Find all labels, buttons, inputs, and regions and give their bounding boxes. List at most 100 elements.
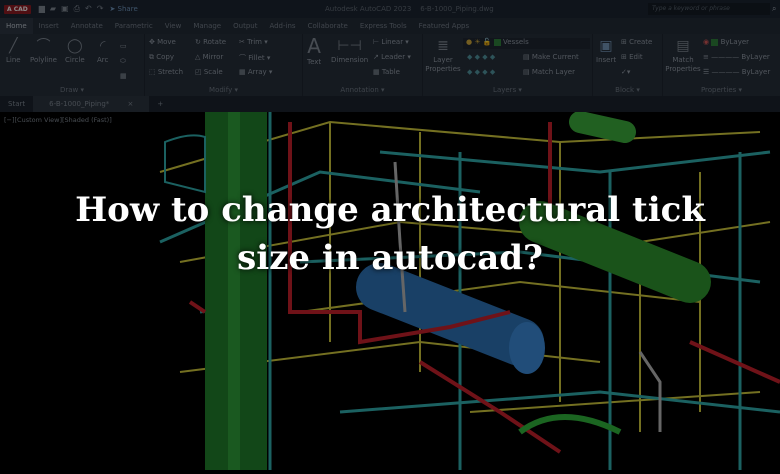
linear-button[interactable]: ⊢ Linear ▾: [373, 38, 409, 46]
plot-icon[interactable]: ⎙: [74, 4, 80, 14]
dimension-button[interactable]: ⊢⊣ Dimension: [331, 38, 368, 64]
tab-home[interactable]: Home: [0, 18, 33, 34]
current-layer-name: Vessels: [503, 38, 529, 46]
trim-label: Trim ▾: [247, 38, 268, 46]
hatch-icon[interactable]: ▦: [120, 72, 127, 80]
start-tab[interactable]: Start: [0, 100, 33, 108]
save-icon[interactable]: ▣: [61, 4, 69, 14]
make-current-button[interactable]: ▤ Make Current: [523, 53, 579, 61]
linear-label: Linear ▾: [381, 38, 409, 46]
insert-button[interactable]: ▣ Insert: [596, 38, 616, 64]
scale-button[interactable]: ◰ Scale: [195, 68, 223, 76]
mirror-button[interactable]: △ Mirror: [195, 53, 223, 61]
exchanger-head: [509, 322, 545, 374]
annotation-panel-label[interactable]: Annotation ▾: [303, 86, 422, 94]
match-properties-button[interactable]: ▤ Match Properties: [665, 38, 701, 74]
layer-dropdown[interactable]: ● ☀ 🔓 Vessels: [463, 38, 590, 49]
headline-line-2: size in autocad?: [237, 238, 543, 278]
drawing-tab[interactable]: 6-B-1000_Piping* ×: [33, 96, 150, 112]
ribbon-tabs: Home Insert Annotate Parametric View Man…: [0, 18, 780, 34]
lineweight-dropdown[interactable]: ☰ ———— ByLayer: [703, 68, 770, 76]
create-block-button[interactable]: ⊞ Create: [621, 38, 652, 46]
line-button[interactable]: ╱ Line: [6, 38, 21, 64]
tab-parametric[interactable]: Parametric: [109, 22, 159, 30]
color-wheel-icon: ◉: [703, 38, 710, 46]
open-icon[interactable]: ▰: [50, 4, 56, 14]
viewport-controls-label[interactable]: [−][Custom View][Shaded (Fast)]: [4, 116, 112, 124]
tab-view[interactable]: View: [159, 22, 188, 30]
array-label: Array ▾: [247, 68, 273, 76]
search-input[interactable]: Type a keyword or phrase: [648, 3, 770, 15]
modify-panel-label[interactable]: Modify ▾: [145, 86, 302, 94]
tab-manage[interactable]: Manage: [187, 22, 227, 30]
fillet-button[interactable]: ⌒ Fillet ▾: [239, 53, 270, 63]
array-button[interactable]: ▦ Array ▾: [239, 68, 272, 76]
dimension-label: Dimension: [331, 56, 369, 64]
share-button[interactable]: ➤ Share: [109, 5, 137, 13]
copy-button[interactable]: ⧉ Copy: [149, 53, 174, 62]
line-label: Line: [6, 56, 21, 64]
stretch-label: Stretch: [157, 68, 184, 76]
title-bar: A CAD ▆ ▰ ▣ ⎙ ↶ ↷ ➤ Share Autodesk AutoCAD 20…: [0, 0, 780, 18]
ellipse-icon[interactable]: ⬭: [120, 57, 126, 65]
layer-state-icons: ● ☀ 🔓: [466, 38, 492, 46]
top-vessel: [569, 111, 636, 143]
color-dropdown[interactable]: ◉ ByLayer: [703, 38, 749, 46]
polyline-label: Polyline: [30, 56, 57, 64]
tab-insert[interactable]: Insert: [33, 22, 65, 30]
block-attributes-icon[interactable]: ✓▾: [621, 68, 630, 76]
polyline-button[interactable]: ⌒ Polyline: [30, 38, 57, 64]
trim-button[interactable]: ✂ Trim ▾: [239, 38, 268, 46]
text-button[interactable]: A Text: [307, 36, 321, 66]
drawing-viewport[interactable]: [0, 111, 780, 470]
polyline-icon: ⌒: [36, 38, 51, 54]
new-icon[interactable]: ▆: [39, 4, 45, 14]
edit-block-button[interactable]: ⊞ Edit: [621, 53, 643, 61]
move-button[interactable]: ✥ Move: [149, 38, 176, 46]
leader-label: Leader ▾: [381, 53, 411, 61]
layers-panel: ≣ Layer Properties ● ☀ 🔓 Vessels ◆ ◆ ◆ ◆ …: [423, 34, 593, 96]
tab-output[interactable]: Output: [227, 22, 263, 30]
arc-button[interactable]: ◜ Arc: [97, 38, 108, 64]
tab-annotate[interactable]: Annotate: [65, 22, 109, 30]
autocad-logo[interactable]: A CAD: [4, 4, 31, 14]
arc-label: Arc: [97, 56, 109, 64]
circle-button[interactable]: ◯ Circle: [65, 38, 85, 64]
annotation-panel: A Text ⊢⊣ Dimension ⊢ Linear ▾ ↗ Leader ▾ …: [303, 34, 423, 96]
layer-tools-row1[interactable]: ◆ ◆ ◆ ◆: [467, 53, 495, 61]
close-tab-icon[interactable]: ×: [120, 100, 142, 108]
layers-panel-label[interactable]: Layers ▾: [423, 86, 592, 94]
linetype-dropdown[interactable]: ≡ ———— ByLayer: [703, 53, 770, 61]
draw-small-tools: ▭ ⬭ ▦: [120, 39, 127, 84]
drawing-tab-label: 6-B-1000_Piping*: [49, 100, 110, 108]
rotate-label: Rotate: [203, 38, 227, 46]
match-layer-button[interactable]: ▤ Match Layer: [523, 68, 575, 76]
table-button[interactable]: ▦ Table: [373, 68, 400, 76]
block-panel-label[interactable]: Block ▾: [593, 86, 662, 94]
search-icon[interactable]: ⌕: [772, 4, 776, 14]
tab-express-tools[interactable]: Express Tools: [354, 22, 413, 30]
insert-label: Insert: [596, 56, 617, 64]
share-label: Share: [117, 5, 138, 13]
line-icon: ╱: [9, 38, 18, 54]
tab-featured-apps[interactable]: Featured Apps: [413, 22, 475, 30]
stretch-button[interactable]: ⬚ Stretch: [149, 68, 183, 76]
tab-collaborate[interactable]: Collaborate: [302, 22, 354, 30]
draw-panel-label[interactable]: Draw ▾: [0, 86, 144, 94]
quick-access-toolbar: ▆ ▰ ▣ ⎙ ↶ ↷: [39, 4, 104, 14]
leader-button[interactable]: ↗ Leader ▾: [373, 53, 411, 61]
undo-icon[interactable]: ↶: [85, 4, 92, 14]
properties-panel: ▤ Match Properties ◉ ByLayer ≡ ———— ByLay…: [663, 34, 780, 96]
layer-tools-row2[interactable]: ◆ ◆ ◆ ◆: [467, 68, 495, 76]
layer-properties-button[interactable]: ≣ Layer Properties: [425, 38, 461, 74]
headline-line-1: How to change architectural tick: [75, 190, 705, 230]
rotate-button[interactable]: ↻ Rotate: [195, 38, 226, 46]
properties-panel-label[interactable]: Properties ▾: [663, 86, 780, 94]
tab-add-ins[interactable]: Add-ins: [263, 22, 301, 30]
document-tabs: Start 6-B-1000_Piping* × +: [0, 96, 780, 112]
new-tab-button[interactable]: +: [149, 100, 171, 108]
create-label: Create: [629, 38, 653, 46]
color-swatch: [711, 38, 719, 46]
redo-icon[interactable]: ↷: [97, 4, 104, 14]
rectangle-icon[interactable]: ▭: [120, 42, 127, 50]
